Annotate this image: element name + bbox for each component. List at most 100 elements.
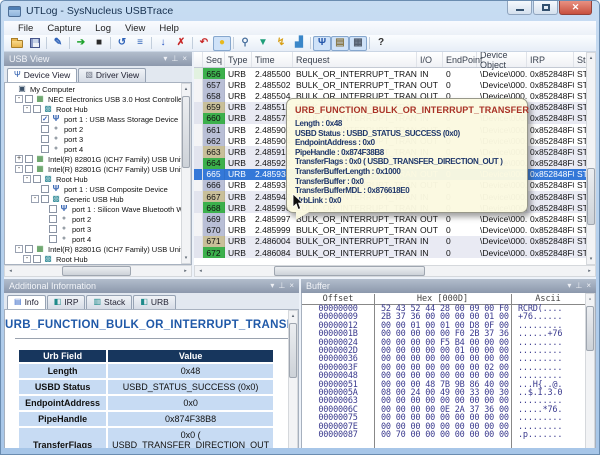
- scroll-track[interactable]: [586, 304, 594, 448]
- close-button[interactable]: ✕: [559, 1, 592, 15]
- menu-item-capture[interactable]: Capture: [41, 23, 87, 34]
- scroll-up-icon[interactable]: ▴: [586, 294, 594, 304]
- clear-log-button[interactable]: ✗: [172, 36, 190, 51]
- checkbox[interactable]: [25, 245, 33, 253]
- tree-item[interactable]: ● port 3: [5, 224, 191, 234]
- scroll-down-icon[interactable]: ▾: [182, 253, 190, 263]
- collapse-icon[interactable]: -: [23, 175, 31, 183]
- checkbox[interactable]: [41, 135, 49, 143]
- tree-item[interactable]: ✓ Ψport 1 : USB Mass Storage Device: [5, 114, 191, 124]
- tree-item[interactable]: - ▦ Intel(R) 82801G (ICH7 Family) USB Univ…: [5, 164, 191, 174]
- buffer-row[interactable]: 00000087 00 70 00 00 00 00 00 00 00 .p....…: [302, 431, 595, 440]
- tree-item[interactable]: - ▦ NEC Electronics USB 3.0 Host Controlle…: [5, 94, 191, 104]
- tree-item[interactable]: ● port 4: [5, 144, 191, 154]
- column-header-Time[interactable]: Time: [252, 52, 293, 67]
- trace-horizontal-scrollbar[interactable]: ◂ ▸: [194, 265, 596, 277]
- scroll-up-icon[interactable]: ▴: [587, 53, 595, 63]
- scroll-thumb[interactable]: [182, 96, 190, 168]
- tab-irp[interactable]: ◧ IRP: [46, 295, 86, 309]
- stop-capture-button[interactable]: ■: [90, 36, 108, 51]
- checkbox[interactable]: [41, 145, 49, 153]
- checkbox[interactable]: [49, 215, 57, 223]
- tree-item[interactable]: ● port 2: [5, 124, 191, 134]
- column-header-gutter[interactable]: [194, 52, 203, 67]
- tree-item[interactable]: - ▩ Root Hub: [5, 104, 191, 114]
- close-icon[interactable]: ×: [182, 55, 187, 63]
- search-button[interactable]: ⚲: [236, 36, 254, 51]
- checkbox[interactable]: [41, 125, 49, 133]
- save-log-button[interactable]: [26, 36, 44, 51]
- restart-capture-button[interactable]: ↺: [113, 36, 131, 51]
- highlight-button[interactable]: ●: [213, 35, 231, 51]
- edit-button[interactable]: ✎: [49, 36, 67, 51]
- menu-item-view[interactable]: View: [119, 23, 151, 34]
- expand-icon[interactable]: +: [15, 155, 23, 163]
- maximize-button[interactable]: [533, 1, 558, 15]
- pin-icon[interactable]: ⊥: [575, 282, 582, 290]
- menu-item-log[interactable]: Log: [89, 23, 117, 34]
- undo-button[interactable]: ↶: [195, 36, 213, 51]
- collapse-icon[interactable]: -: [15, 165, 23, 173]
- checkbox[interactable]: [49, 205, 57, 213]
- trigger-button[interactable]: ↯: [272, 36, 290, 51]
- column-header-IRP[interactable]: IRP: [527, 52, 574, 67]
- pin-icon[interactable]: ⊥: [278, 282, 285, 290]
- tree-horizontal-scrollbar[interactable]: ◂ ▸: [4, 265, 192, 277]
- filter-button[interactable]: ▼: [254, 36, 272, 51]
- tree-item[interactable]: ● port 3: [5, 134, 191, 144]
- tab-info[interactable]: ▤ Info: [7, 295, 46, 309]
- scroll-track[interactable]: [182, 94, 190, 253]
- tab-stack[interactable]: ▥ Stack: [86, 295, 133, 309]
- scroll-right-icon[interactable]: ▸: [180, 266, 191, 276]
- scroll-left-icon[interactable]: ◂: [195, 266, 206, 276]
- scroll-thumb[interactable]: [61, 266, 131, 276]
- scroll-thumb[interactable]: [274, 266, 426, 276]
- column-header-Request[interactable]: Request: [293, 52, 417, 67]
- usb-view-toggle[interactable]: Ψ: [313, 35, 331, 51]
- scroll-track[interactable]: [206, 266, 584, 276]
- checkbox[interactable]: [25, 155, 33, 163]
- trace-row[interactable]: 671URB 2.486004 BULK_OR_INTERRUPT_TRANSFER…: [194, 235, 596, 247]
- checkbox[interactable]: [25, 165, 33, 173]
- close-icon[interactable]: ×: [586, 282, 591, 290]
- collapse-icon[interactable]: -: [23, 105, 31, 113]
- menu-item-file[interactable]: File: [12, 23, 39, 34]
- title-bar[interactable]: UTLog - SysNucleus USBTrace ✕: [1, 1, 599, 21]
- tab-urb[interactable]: ◧ URB: [133, 295, 176, 309]
- trace-row[interactable]: 669URB 2.485997 BULK_OR_INTERRUPT_TRANSFER…: [194, 213, 596, 225]
- tree-item[interactable]: Ψport 1 : USB Composite Device: [5, 184, 191, 194]
- menu-item-help[interactable]: Help: [153, 23, 185, 34]
- checkbox-checked[interactable]: ✓: [41, 115, 49, 123]
- help-button[interactable]: ?: [372, 36, 390, 51]
- panel-menu-icon[interactable]: ▾: [163, 55, 167, 63]
- scroll-thumb[interactable]: [587, 168, 595, 226]
- collapse-icon[interactable]: -: [23, 255, 31, 263]
- info-panel-toggle[interactable]: ▤: [331, 35, 349, 51]
- checkbox[interactable]: [49, 235, 57, 243]
- tree-item[interactable]: - ▩ Root Hub: [5, 254, 191, 264]
- tree-item[interactable]: - ▦ Intel(R) 82801G (ICH7 Family) USB Univ…: [5, 244, 191, 254]
- scroll-right-icon[interactable]: ▸: [584, 266, 595, 276]
- tree-item[interactable]: + ▦ Intel(R) 82801G (ICH7 Family) USB Univ…: [5, 154, 191, 164]
- tree-item[interactable]: ● port 4: [5, 234, 191, 244]
- scroll-up-icon[interactable]: ▴: [182, 84, 190, 94]
- checkbox[interactable]: [33, 175, 41, 183]
- column-header-Seq[interactable]: Seq: [203, 52, 225, 67]
- scroll-down-button[interactable]: ↓: [154, 36, 172, 51]
- panel-menu-icon[interactable]: ▾: [567, 282, 571, 290]
- minimize-button[interactable]: [507, 1, 532, 15]
- scroll-track[interactable]: [587, 63, 595, 254]
- buffer-panel-toggle[interactable]: ▦: [349, 35, 367, 51]
- column-header-Device Object[interactable]: Device Object: [477, 52, 527, 70]
- statistics-button[interactable]: ▟: [290, 36, 308, 51]
- tree-vertical-scrollbar[interactable]: ▴ ▾: [181, 83, 191, 264]
- scroll-track[interactable]: [16, 266, 180, 276]
- column-header-I/O[interactable]: I/O: [417, 52, 443, 67]
- tree-item[interactable]: Ψport 1 : Silicon Wave Bluetooth Wire: [5, 204, 191, 214]
- scroll-thumb[interactable]: [586, 306, 594, 351]
- tree-item[interactable]: ● port 2: [5, 214, 191, 224]
- scroll-left-icon[interactable]: ◂: [5, 266, 16, 276]
- open-log-button[interactable]: [8, 36, 26, 51]
- close-icon[interactable]: ×: [289, 282, 294, 290]
- scroll-thumb[interactable]: [289, 323, 297, 379]
